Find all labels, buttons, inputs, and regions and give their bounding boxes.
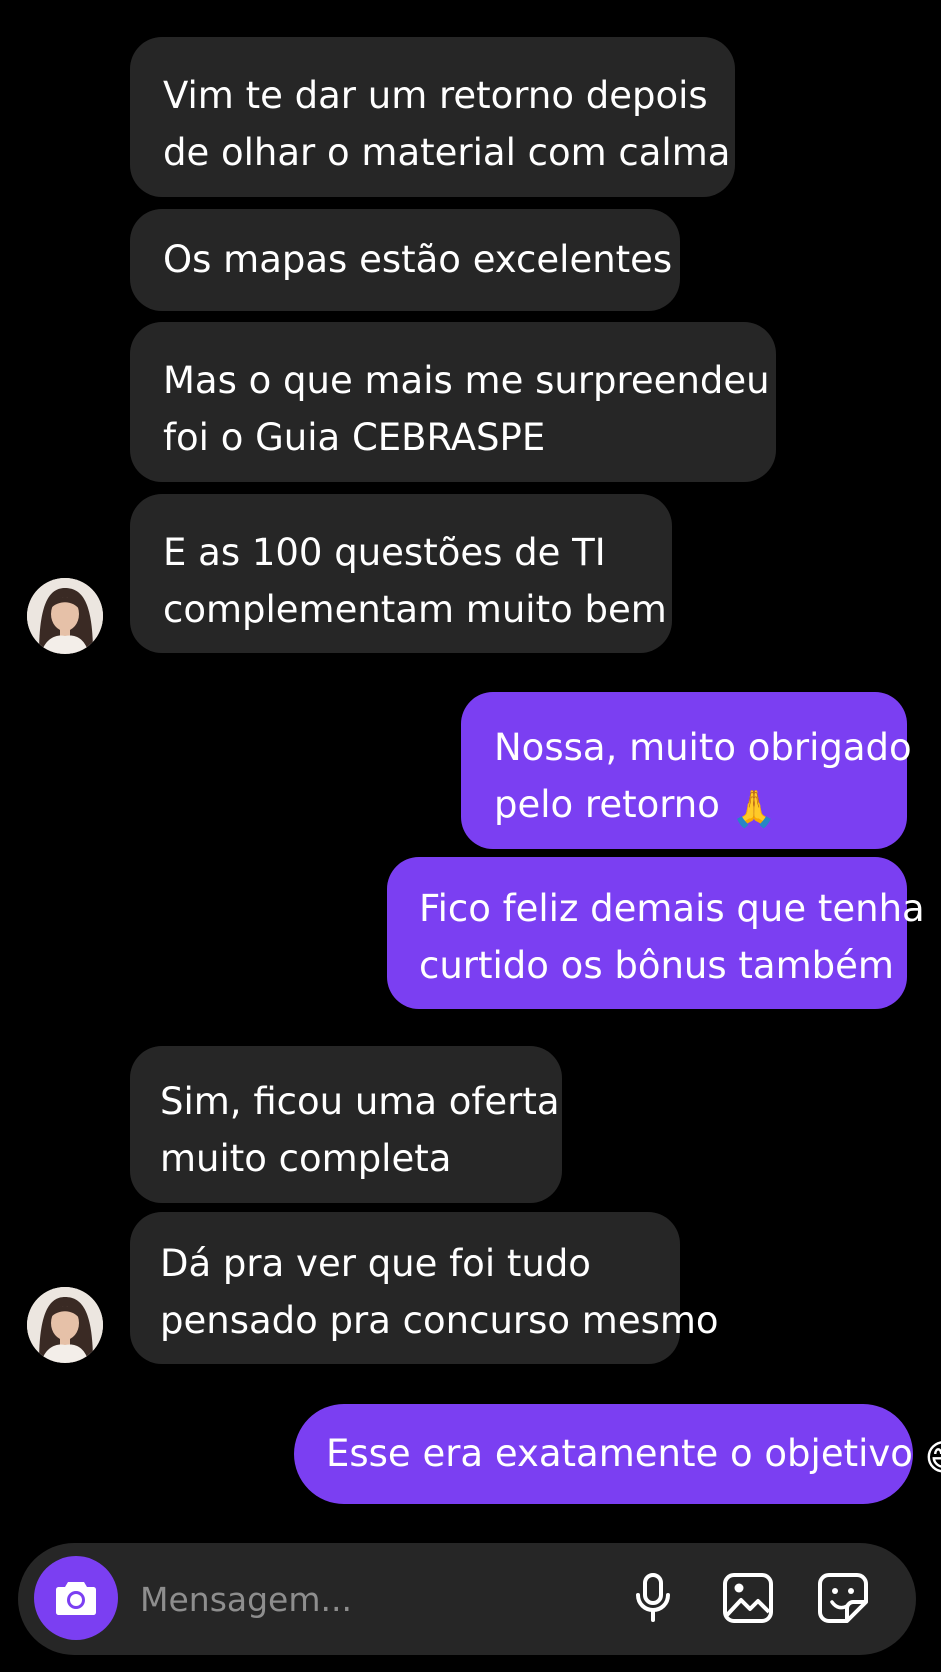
- message-line: Os mapas estão excelentes: [163, 238, 673, 281]
- incoming-message[interactable]: E as 100 questões de TI complementam mui…: [130, 494, 672, 653]
- contact-avatar[interactable]: [27, 578, 103, 654]
- message-line: Nossa, muito obrigado: [494, 726, 912, 769]
- message-line: de olhar o material com calma: [163, 131, 731, 174]
- message-line: Vim te dar um retorno depois: [163, 74, 708, 117]
- message-line: muito completa: [160, 1137, 452, 1180]
- grinning-face-emoji: 😄: [925, 1441, 941, 1477]
- message-line: complementam muito bem: [163, 588, 667, 631]
- sticker-icon: [818, 1573, 868, 1623]
- gallery-icon: [723, 1573, 773, 1623]
- contact-avatar[interactable]: [27, 1287, 103, 1363]
- incoming-message[interactable]: Mas o que mais me surpreendeu foi o Guia…: [130, 322, 776, 482]
- profile-photo: [27, 578, 103, 654]
- message-line: Esse era exatamente o objetivo 😄: [326, 1425, 941, 1482]
- message-line: foi o Guia CEBRASPE: [163, 416, 546, 459]
- message-line: curtido os bônus também: [419, 944, 894, 987]
- microphone-button[interactable]: [625, 1570, 681, 1626]
- message-line: Sim, ficou uma oferta: [160, 1080, 560, 1123]
- camera-button[interactable]: [34, 1556, 118, 1640]
- message-line: Mas o que mais me surpreendeu: [163, 359, 770, 402]
- message-input[interactable]: [140, 1566, 580, 1632]
- gallery-button[interactable]: [720, 1570, 776, 1626]
- microphone-icon: [636, 1573, 670, 1622]
- sticker-button[interactable]: [815, 1570, 871, 1626]
- message-line: E as 100 questões de TI: [163, 531, 606, 574]
- incoming-message[interactable]: Vim te dar um retorno depois de olhar o …: [130, 37, 735, 197]
- message-line: pensado pra concurso mesmo: [160, 1299, 719, 1342]
- incoming-message[interactable]: Os mapas estão excelentes: [130, 209, 680, 311]
- incoming-message[interactable]: Dá pra ver que foi tudo pensado pra conc…: [130, 1212, 719, 1364]
- outgoing-message[interactable]: Esse era exatamente o objetivo 😄: [294, 1404, 941, 1504]
- outgoing-message[interactable]: Nossa, muito obrigado pelo retorno 🙏: [461, 692, 912, 849]
- praying-hands-emoji: 🙏: [731, 789, 777, 830]
- message-line: Dá pra ver que foi tudo: [160, 1242, 591, 1285]
- incoming-message[interactable]: Sim, ficou uma oferta muito completa: [130, 1046, 562, 1203]
- message-line: pelo retorno 🙏: [494, 783, 777, 830]
- outgoing-message[interactable]: Fico feliz demais que tenha curtido os b…: [387, 857, 925, 1009]
- profile-photo: [27, 1287, 103, 1363]
- camera-icon: [56, 1582, 96, 1615]
- message-line: Fico feliz demais que tenha: [419, 887, 925, 930]
